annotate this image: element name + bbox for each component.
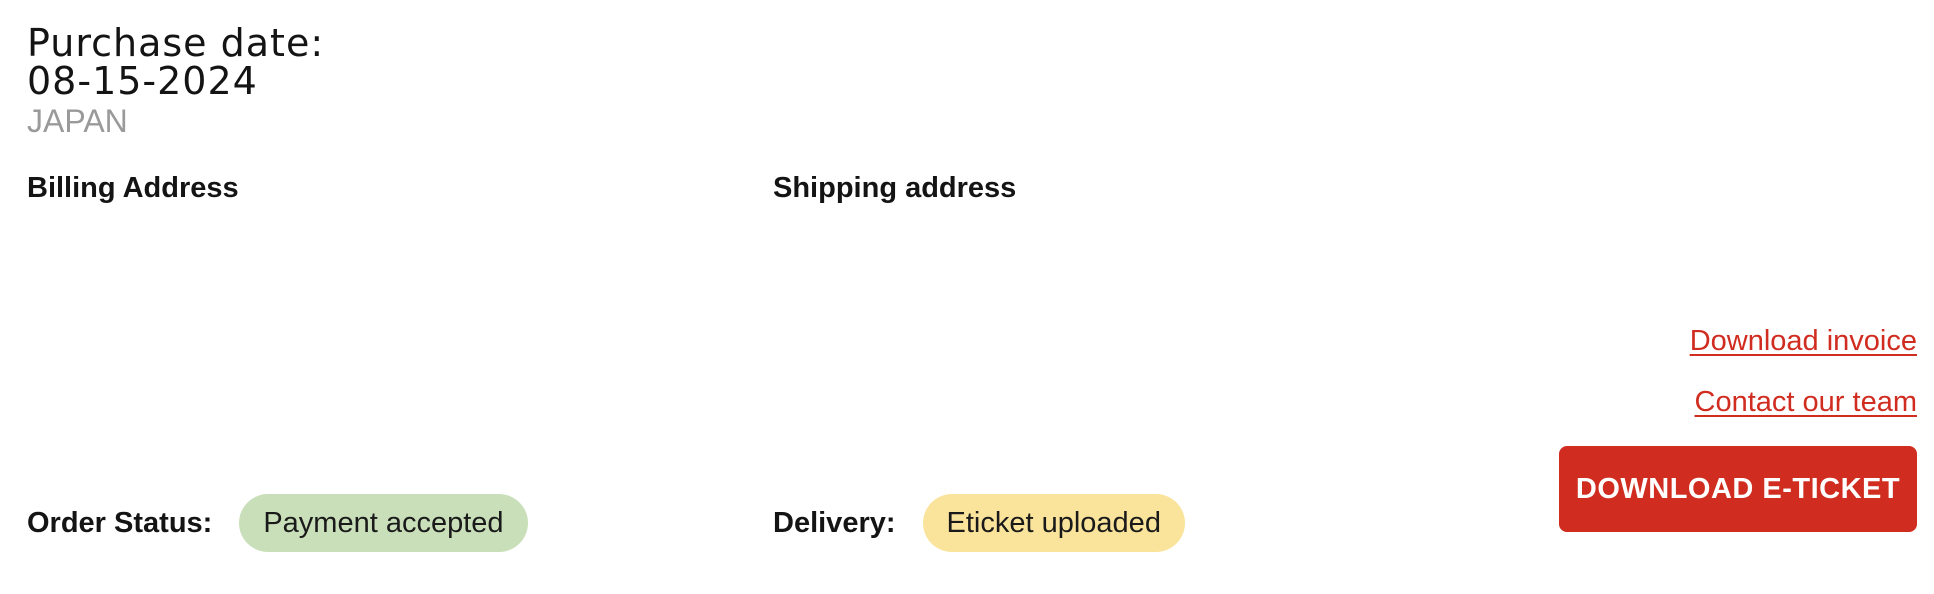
order-status-label: Order Status: [27, 506, 213, 539]
contact-team-link[interactable]: Contact our team [1690, 386, 1917, 419]
purchase-date-heading: Purchase date: 08-15-2024 [27, 24, 324, 100]
purchase-date-value: 08-15-2024 [27, 59, 258, 103]
billing-address-heading: Billing Address [27, 172, 239, 204]
download-invoice-link[interactable]: Download invoice [1690, 325, 1917, 358]
download-eticket-button[interactable]: DOWNLOAD E-TICKET [1559, 446, 1917, 532]
delivery-status-row: Delivery: Eticket uploaded [773, 494, 1185, 552]
purchase-date-label: Purchase date: [27, 21, 325, 65]
order-status-badge: Payment accepted [239, 494, 528, 552]
shipping-address-heading: Shipping address [773, 172, 1017, 204]
delivery-label: Delivery: [773, 506, 896, 539]
delivery-status-badge: Eticket uploaded [922, 494, 1185, 552]
order-actions-links: Download invoice Contact our team [1690, 325, 1917, 419]
country-label: JAPAN [27, 103, 128, 139]
order-status-row: Order Status: Payment accepted [27, 494, 528, 552]
